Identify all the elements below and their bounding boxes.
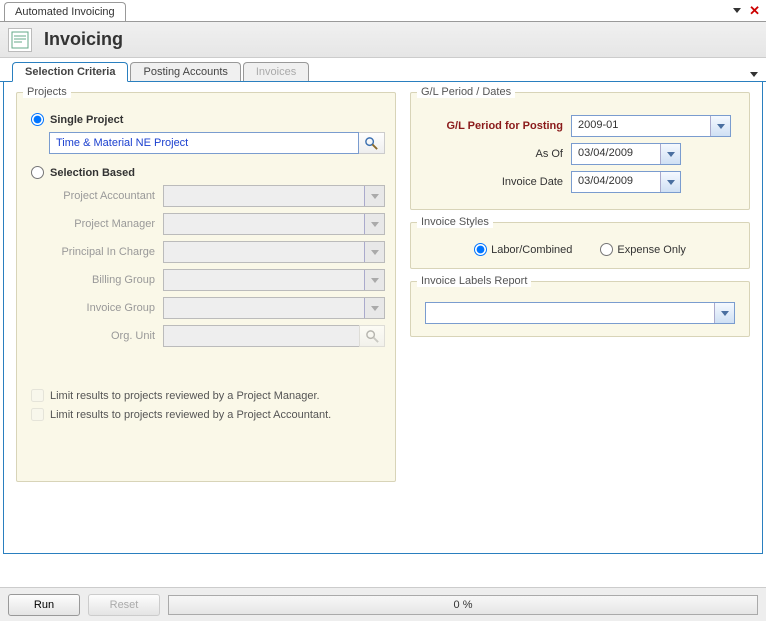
invoice-labels-report-legend: Invoice Labels Report (417, 275, 531, 287)
gl-period-combo[interactable]: 2009-01 (571, 115, 731, 137)
project-manager-label: Project Manager (33, 218, 163, 230)
page-title: Invoicing (44, 29, 123, 50)
selection-based-label: Selection Based (50, 167, 135, 179)
as-of-value: 03/04/2009 (572, 144, 660, 164)
tab-label: Posting Accounts (143, 66, 227, 78)
invoice-group-combo (163, 297, 385, 319)
as-of-label: As Of (421, 148, 571, 160)
expense-only-radio[interactable] (600, 243, 613, 256)
chevron-down-icon (721, 311, 729, 316)
tab-selection-criteria[interactable]: Selection Criteria (12, 62, 128, 82)
invoice-date-value: 03/04/2009 (572, 172, 660, 192)
footer-bar: Run Reset 0 % (0, 587, 766, 621)
billing-group-combo (163, 269, 385, 291)
project-accountant-label: Project Accountant (33, 190, 163, 202)
window-menu-dropdown-icon[interactable] (733, 8, 741, 13)
chevron-down-icon (717, 124, 725, 129)
chevron-down-icon (371, 250, 379, 255)
content-area: Projects Single Project Selection Based (3, 82, 763, 554)
labor-combined-radio[interactable] (474, 243, 487, 256)
window-tab-automated-invoicing[interactable]: Automated Invoicing (4, 2, 126, 21)
invoice-styles-fieldset: Invoice Styles Labor/Combined Expense On… (410, 222, 750, 269)
progress-label: 0 % (454, 599, 473, 611)
principal-in-charge-combo (163, 241, 385, 263)
limit-pa-label: Limit results to projects reviewed by a … (50, 409, 331, 421)
invoice-styles-legend: Invoice Styles (417, 216, 493, 228)
billing-group-label: Billing Group (33, 274, 163, 286)
limit-pa-checkbox (31, 408, 44, 421)
principal-in-charge-label: Principal In Charge (33, 246, 163, 258)
progress-bar: 0 % (168, 595, 758, 615)
search-icon (365, 329, 380, 344)
window-tab-label: Automated Invoicing (15, 6, 115, 18)
invoice-labels-report-value (426, 303, 714, 323)
org-unit-input (163, 325, 359, 347)
chevron-down-icon (371, 278, 379, 283)
chevron-down-icon (371, 222, 379, 227)
single-project-label: Single Project (50, 114, 123, 126)
invoice-date-combo[interactable]: 03/04/2009 (571, 171, 681, 193)
tab-posting-accounts[interactable]: Posting Accounts (130, 62, 240, 81)
close-icon[interactable]: ✕ (749, 3, 760, 19)
invoice-date-label: Invoice Date (421, 176, 571, 188)
single-project-radio[interactable] (31, 113, 44, 126)
invoicing-icon (8, 28, 32, 52)
gl-period-label: G/L Period for Posting (421, 120, 571, 132)
search-icon (364, 136, 379, 151)
reset-button: Reset (88, 594, 160, 616)
expense-only-label: Expense Only (617, 244, 685, 256)
tab-label: Invoices (256, 66, 296, 78)
run-button[interactable]: Run (8, 594, 80, 616)
gl-period-legend: G/L Period / Dates (417, 86, 515, 98)
tab-bar: Selection Criteria Posting Accounts Invo… (0, 58, 766, 82)
labor-combined-label: Labor/Combined (491, 244, 572, 256)
org-unit-lookup-button (359, 325, 385, 347)
project-accountant-combo (163, 185, 385, 207)
tab-label: Selection Criteria (25, 66, 115, 78)
chevron-down-icon (667, 152, 675, 157)
org-unit-label: Org. Unit (33, 330, 163, 342)
selection-based-radio[interactable] (31, 166, 44, 179)
projects-legend: Projects (23, 86, 71, 98)
limit-pm-label: Limit results to projects reviewed by a … (50, 390, 320, 402)
gl-period-value: 2009-01 (572, 116, 710, 136)
invoice-labels-report-combo[interactable] (425, 302, 735, 324)
projects-fieldset: Projects Single Project Selection Based (16, 92, 396, 482)
window-tab-bar: Automated Invoicing ✕ (0, 0, 766, 22)
invoice-labels-report-fieldset: Invoice Labels Report (410, 281, 750, 337)
tab-invoices: Invoices (243, 62, 309, 81)
single-project-lookup-button[interactable] (359, 132, 385, 154)
invoice-group-label: Invoice Group (33, 302, 163, 314)
project-manager-combo (163, 213, 385, 235)
chevron-down-icon (371, 306, 379, 311)
as-of-date-combo[interactable]: 03/04/2009 (571, 143, 681, 165)
limit-pm-checkbox (31, 389, 44, 402)
gl-period-fieldset: G/L Period / Dates G/L Period for Postin… (410, 92, 750, 210)
single-project-input[interactable] (49, 132, 359, 154)
header-bar: Invoicing (0, 22, 766, 58)
chevron-down-icon (371, 194, 379, 199)
chevron-down-icon (667, 180, 675, 185)
tab-overflow-icon[interactable] (750, 72, 758, 81)
